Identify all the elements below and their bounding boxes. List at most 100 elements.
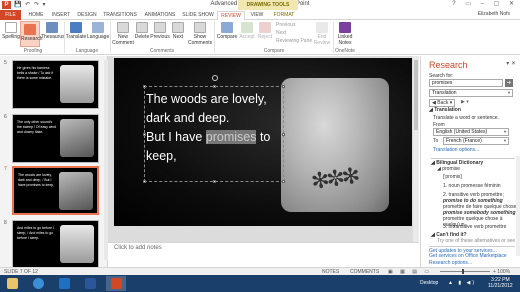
spelling-button[interactable]: Spelling <box>2 22 20 40</box>
slide-text-line: The woods are lovely, <box>146 92 267 106</box>
thumbnail-text: And miles to go before I sleep, / And mi… <box>17 226 54 240</box>
slide-thumbnail-6[interactable]: The only other sound's the sweep / Of ea… <box>12 114 99 163</box>
end-review-button[interactable]: End Review <box>313 22 331 46</box>
back-button[interactable]: ◀ Back ▾ <box>429 99 456 107</box>
slide-thumbnail-8[interactable]: And miles to go before I sleep, / And mi… <box>12 220 99 269</box>
taskbar-outlook-button[interactable] <box>54 276 74 291</box>
user-name[interactable]: Elizabeth Nofs <box>478 11 510 17</box>
compare-previous-button[interactable]: Previous <box>276 22 295 29</box>
tab-transitions[interactable]: TRANSITIONS <box>101 11 139 20</box>
compare-icon <box>221 22 233 33</box>
tab-slide-show[interactable]: SLIDE SHOW <box>181 11 215 20</box>
close-icon[interactable]: ▾ ✕ <box>506 60 516 67</box>
slide-body-text[interactable]: The woods are lovely, dark and deep. But… <box>146 90 286 166</box>
slide-photo[interactable]: ✻✼✻ <box>281 78 389 212</box>
tab-home[interactable]: HOME <box>25 11 47 20</box>
research-search-input[interactable]: promises <box>429 79 503 87</box>
tab-view[interactable]: VIEW <box>247 11 267 20</box>
slide-text-run: But I have <box>146 130 206 144</box>
taskbar-ie-button[interactable] <box>28 276 48 291</box>
linked-notes-button[interactable]: Linked Notes <box>335 22 355 46</box>
resize-handle[interactable] <box>213 85 216 88</box>
comments-group-label: Comments <box>149 48 175 54</box>
definition-1: 1. noun promesse féminin <box>443 183 501 189</box>
resize-handle[interactable] <box>282 180 285 183</box>
linked-notes-label: Linked Notes <box>337 34 353 46</box>
compare-next-button[interactable]: Next <box>276 30 286 37</box>
previous-comment-button[interactable]: Previous <box>150 22 170 40</box>
show-comments-button[interactable]: Show Comments <box>188 22 212 46</box>
to-language-value: French (France) <box>446 138 482 144</box>
rotate-handle[interactable] <box>212 75 218 81</box>
slide-thumbnail-7[interactable]: The woods are lovely, dark and deep, / B… <box>12 166 99 215</box>
thesaurus-button[interactable]: Thesaurus <box>41 22 65 40</box>
scrollbar-thumb[interactable] <box>414 60 418 130</box>
thesaurus-icon <box>46 22 58 33</box>
tab-file[interactable]: FILE <box>0 10 21 20</box>
slide-thumbnail-5[interactable]: He gives his harness bells a shake / To … <box>12 60 99 109</box>
selected-word[interactable]: promises <box>205 130 257 144</box>
research-source-select[interactable]: Translation ▼ <box>429 89 513 97</box>
zoom-slider-knob[interactable] <box>462 269 464 274</box>
tab-design[interactable]: DESIGN <box>75 11 99 20</box>
tab-format[interactable]: FORMAT <box>269 11 299 20</box>
accept-icon <box>241 22 253 33</box>
system-tray-icons[interactable]: ▲ ▮ ◀) <box>448 280 476 286</box>
research-button[interactable]: Research <box>20 21 43 47</box>
taskbar-clock[interactable]: 3:22 PM 11/21/2012 <box>488 277 513 289</box>
folder-icon <box>7 278 18 289</box>
dictionary-entry[interactable]: ◢ promise <box>437 166 460 172</box>
to-language-select[interactable]: French (France) ▼ <box>443 137 509 145</box>
bilingual-dictionary-header[interactable]: ◢ Bilingual Dictionary <box>431 158 515 166</box>
windows-taskbar: Desktop ▲ ▮ ◀) 3:22 PM 11/21/2012 <box>0 275 520 292</box>
research-label: Research <box>21 36 43 42</box>
taskbar-powerpoint-button[interactable] <box>106 276 126 291</box>
accept-label: Accept <box>239 34 255 40</box>
resize-handle[interactable] <box>213 180 216 183</box>
zoom-slider[interactable] <box>440 269 490 274</box>
compare-button[interactable]: Compare <box>216 22 238 40</box>
reject-icon <box>259 22 271 33</box>
translation-section-header[interactable]: ◢ Translation <box>429 107 461 113</box>
tab-insert[interactable]: INSERT <box>49 11 73 20</box>
word-icon <box>85 278 96 289</box>
slide-thumbnails-pane: 5 He gives his harness bells a shake / T… <box>0 56 108 269</box>
editor-scrollbar[interactable] <box>413 56 419 242</box>
to-label: To <box>433 138 439 144</box>
office-marketplace-link[interactable]: Get services on Office Marketplace <box>429 253 507 259</box>
reviewing-pane-button[interactable]: Reviewing Pane <box>276 38 312 45</box>
new-comment-icon <box>117 22 129 33</box>
next-comment-button[interactable]: Next <box>170 22 186 40</box>
resize-handle[interactable] <box>282 85 285 88</box>
language-button[interactable]: Language <box>87 22 109 40</box>
dictionary-entry-word: promise <box>442 166 461 172</box>
desktop-toolbar[interactable]: Desktop <box>420 280 438 286</box>
cant-find-text: Try one of these alternatives or see <box>437 238 516 244</box>
thumbnail-number: 8 <box>4 220 7 226</box>
search-go-button[interactable]: ➜ <box>505 79 513 87</box>
translate-button[interactable]: Translate <box>65 22 87 40</box>
translation-options-link[interactable]: Translation options... <box>433 147 479 153</box>
delete-comment-button[interactable]: Delete <box>134 22 150 40</box>
taskbar-word-button[interactable] <box>80 276 100 291</box>
forward-button[interactable]: ▶ ▾ <box>461 99 469 105</box>
resize-handle[interactable] <box>143 85 146 88</box>
resize-handle[interactable] <box>143 180 146 183</box>
notes-pane[interactable]: Click to add notes <box>108 242 419 267</box>
tab-animations[interactable]: ANIMATIONS <box>141 11 179 20</box>
research-scrollbar[interactable] <box>516 156 520 256</box>
slide-text-line: But I have promises to <box>146 128 286 147</box>
window-controls[interactable]: ? ▭ – ▢ ✕ <box>452 0 518 7</box>
research-options-link[interactable]: Research options... <box>429 260 472 266</box>
accept-button[interactable]: Accept <box>238 22 256 40</box>
slide-canvas[interactable]: ✻✼✻ The woods are lovely, dark and deep.… <box>114 58 412 226</box>
reject-button[interactable]: Reject <box>256 22 274 40</box>
new-comment-button[interactable]: New Comment <box>112 22 134 46</box>
thumbnail-photo <box>60 225 94 263</box>
translate-icon <box>70 22 82 33</box>
notes-placeholder[interactable]: Click to add notes <box>114 245 162 251</box>
from-language-select[interactable]: English (United States) ▼ <box>433 128 509 136</box>
group-separator <box>110 22 111 53</box>
taskbar-explorer-button[interactable] <box>2 276 22 291</box>
spelling-label: Spelling <box>2 34 20 40</box>
